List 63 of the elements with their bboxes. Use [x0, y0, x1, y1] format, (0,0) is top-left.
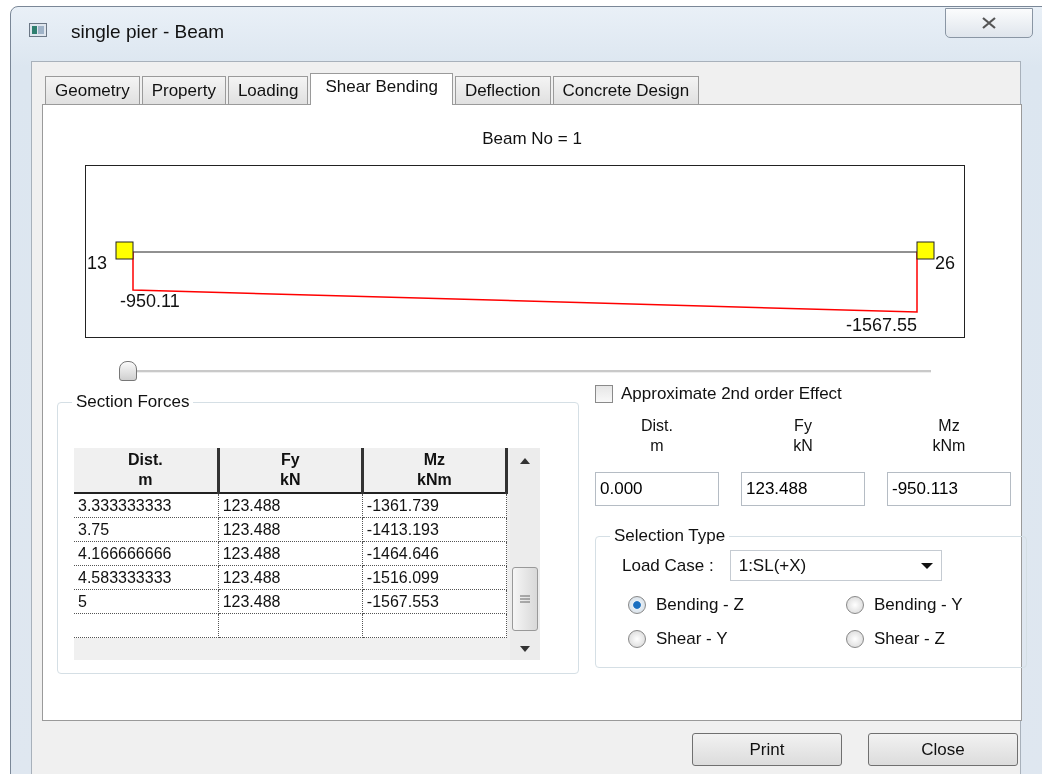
- radio-label: Bending - Z: [656, 595, 744, 615]
- radio-button[interactable]: [628, 630, 646, 648]
- tab[interactable]: Property: [141, 76, 226, 104]
- radio-label: Shear - Y: [656, 629, 728, 649]
- tab[interactable]: Concrete Design: [552, 76, 700, 104]
- value-field[interactable]: -950.113: [887, 472, 1011, 506]
- table-cell: 123.488: [218, 541, 363, 566]
- column-label: Fy kN: [792, 416, 814, 456]
- scrollbar[interactable]: [510, 448, 540, 660]
- table-cell: -1464.646: [362, 541, 507, 566]
- node-label: 13: [87, 253, 108, 273]
- close-button[interactable]: [945, 8, 1033, 38]
- column-header: Fy kN: [218, 448, 363, 493]
- radio-label: Shear - Z: [874, 629, 945, 649]
- group-title: Selection Type: [613, 526, 727, 546]
- checkbox-label: Approximate 2nd order Effect: [621, 384, 842, 404]
- support-icon: [916, 241, 935, 260]
- scroll-up-icon[interactable]: [520, 458, 530, 464]
- slider-thumb[interactable]: [119, 361, 137, 381]
- window-title: single pier - Beam: [71, 21, 225, 43]
- tab[interactable]: Loading: [227, 76, 309, 104]
- tab[interactable]: Geometry: [45, 76, 140, 104]
- dropdown-caret-icon: [920, 562, 933, 569]
- table-cell: 3.75: [74, 517, 219, 542]
- node-label: 26: [935, 253, 956, 273]
- table-cell: 3.333333333: [74, 493, 219, 518]
- close-icon[interactable]: [981, 17, 997, 29]
- load-case-dropdown[interactable]: 1:SL(+X): [729, 550, 942, 581]
- scroll-thumb[interactable]: [512, 567, 538, 631]
- column-label: Mz kNm: [931, 416, 967, 456]
- table-cell: 4.583333333: [74, 565, 219, 590]
- value-label: -950.11: [120, 291, 180, 311]
- tab[interactable]: Deflection: [454, 76, 551, 104]
- table-cell: -1361.739: [362, 493, 507, 518]
- table-cell: 5: [74, 589, 219, 614]
- table-cell: 123.488: [218, 517, 363, 542]
- dialog-button[interactable]: Close: [868, 733, 1018, 766]
- radio-button[interactable]: [846, 630, 864, 648]
- value-field[interactable]: 0.000: [595, 472, 719, 506]
- radio-button[interactable]: [846, 596, 864, 614]
- value-label: -1567.55: [845, 315, 917, 335]
- table-cell: -1413.193: [362, 517, 507, 542]
- group-title: Section Forces: [75, 392, 191, 412]
- checkbox[interactable]: [595, 385, 613, 403]
- table-cell: -1516.099: [362, 565, 507, 590]
- table-cell: 123.488: [218, 565, 363, 590]
- radio-label: Bending - Y: [874, 595, 963, 615]
- value-field[interactable]: 123.488: [741, 472, 865, 506]
- load-case-label: Load Case :: [622, 555, 714, 576]
- table-cell: 123.488: [218, 589, 363, 614]
- radio-button[interactable]: [628, 596, 646, 614]
- beam-number-label: Beam No = 1: [481, 129, 583, 149]
- column-header: Dist. m: [74, 448, 219, 493]
- tab[interactable]: Shear Bending: [310, 73, 453, 105]
- table-cell: -1567.553: [362, 589, 507, 614]
- scroll-down-icon[interactable]: [520, 646, 530, 652]
- table-cell: 123.488: [218, 493, 363, 518]
- column-header: Mz kNm: [362, 448, 507, 493]
- column-label: Dist. m: [640, 416, 674, 456]
- table-cell: 4.166666666: [74, 541, 219, 566]
- support-icon: [115, 241, 134, 260]
- window-icon: [29, 23, 47, 37]
- dialog-button[interactable]: Print: [692, 733, 842, 766]
